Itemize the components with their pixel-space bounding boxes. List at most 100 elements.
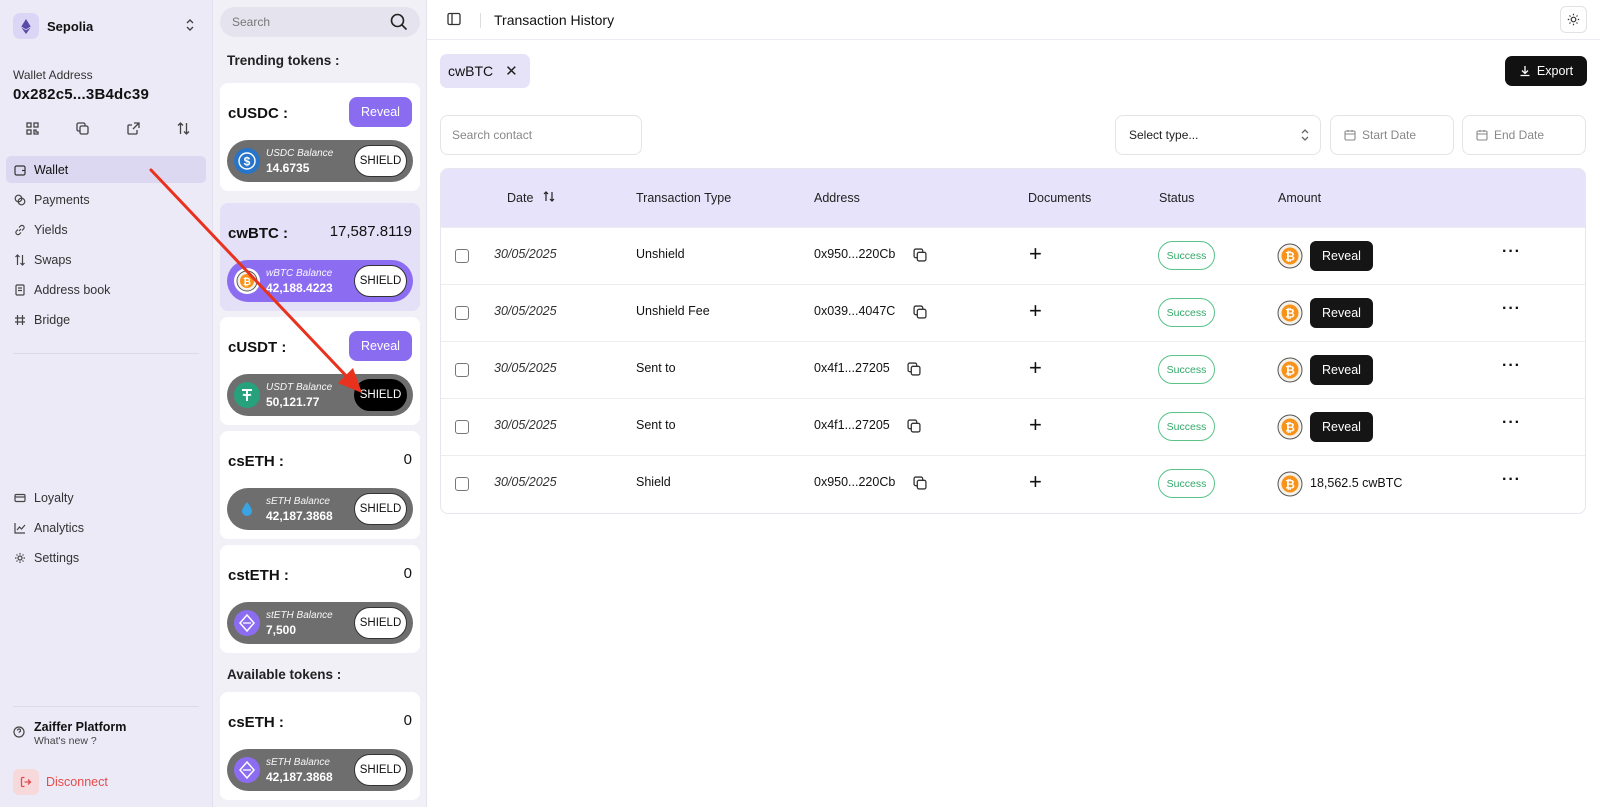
reveal-button[interactable]: Reveal: [349, 331, 412, 361]
row-address: 0x4f1...27205: [814, 361, 890, 375]
more-options-icon[interactable]: ···: [1502, 414, 1521, 432]
column-documents: Documents: [1028, 191, 1092, 205]
copy-icon[interactable]: [913, 476, 927, 493]
nav-address-book[interactable]: Address book: [6, 276, 206, 303]
nav-bridge[interactable]: Bridge: [6, 306, 206, 333]
payments-icon: [13, 193, 27, 207]
row-checkbox[interactable]: [455, 306, 469, 320]
balance-amount: 42,188.4223: [266, 280, 333, 295]
address-book-icon: [13, 283, 27, 297]
svg-text:₿: ₿: [1285, 363, 1295, 377]
platform-title: Zaiffer Platform: [34, 720, 127, 734]
row-checkbox[interactable]: [455, 363, 469, 377]
copy-icon[interactable]: [913, 248, 927, 265]
swap-icon: [13, 253, 27, 267]
nav-label: Payments: [34, 192, 90, 207]
platform-link[interactable]: Zaiffer Platform What's new ?: [13, 720, 126, 747]
nav-swaps[interactable]: Swaps: [6, 246, 206, 273]
nav-label: Yields: [34, 222, 68, 237]
more-options-icon[interactable]: ···: [1502, 357, 1521, 375]
external-link-icon[interactable]: [122, 117, 144, 139]
shield-button[interactable]: SHIELD: [354, 754, 407, 786]
table-row[interactable]: 30/05/2025 Sent to 0x4f1...27205 + Succe…: [441, 341, 1585, 398]
trending-tokens-heading: Trending tokens :: [227, 53, 340, 68]
add-document-icon[interactable]: +: [1029, 414, 1042, 436]
nav-settings[interactable]: Settings: [6, 544, 206, 571]
copy-icon[interactable]: [913, 305, 927, 322]
add-document-icon[interactable]: +: [1029, 471, 1042, 493]
table-row[interactable]: 30/05/2025 Shield 0x950...220Cb + Succes…: [441, 455, 1585, 512]
svg-text:$: $: [244, 155, 251, 169]
add-document-icon[interactable]: +: [1029, 300, 1042, 322]
nav-loyalty[interactable]: Loyalty: [6, 484, 206, 511]
transfer-icon[interactable]: [173, 117, 195, 139]
wbtc-icon: ₿: [1277, 414, 1303, 440]
nav-yields[interactable]: Yields: [6, 216, 206, 243]
yields-icon: [13, 223, 27, 237]
shield-button[interactable]: SHIELD: [354, 607, 407, 639]
row-type: Sent to: [636, 361, 676, 375]
balance-pill: sETH Balance 42,187.3868 SHIELD: [227, 749, 413, 791]
sort-icon[interactable]: [543, 191, 555, 205]
shield-button[interactable]: SHIELD: [354, 265, 407, 297]
chevron-updown-icon: [1300, 128, 1310, 145]
export-label: Export: [1536, 64, 1574, 78]
network-selector[interactable]: Sepolia: [13, 12, 203, 40]
nav-label: Bridge: [34, 312, 71, 327]
balance-pill: sETH Balance 42,187.3868 SHIELD: [227, 488, 413, 530]
more-options-icon[interactable]: ···: [1502, 471, 1521, 489]
token-name: cstETH :: [228, 567, 289, 584]
copy-icon[interactable]: [72, 117, 94, 139]
more-options-icon[interactable]: ···: [1502, 243, 1521, 261]
wallet-address-label: Wallet Address: [13, 68, 93, 82]
reveal-amount-button[interactable]: Reveal: [1310, 298, 1373, 328]
reveal-amount-button[interactable]: Reveal: [1310, 355, 1373, 385]
shield-button[interactable]: SHIELD: [354, 493, 407, 525]
copy-icon[interactable]: [907, 362, 921, 379]
shield-button[interactable]: SHIELD: [354, 379, 407, 411]
row-address: 0x950...220Cb: [814, 475, 896, 489]
reveal-button[interactable]: Reveal: [349, 97, 412, 127]
column-date[interactable]: Date: [507, 191, 555, 205]
more-options-icon[interactable]: ···: [1502, 300, 1521, 318]
nav-divider: [13, 706, 199, 707]
nav-payments[interactable]: Payments: [6, 186, 206, 213]
row-type: Shield: [636, 475, 671, 489]
token-value: 17,587.8119: [329, 223, 412, 240]
export-button[interactable]: Export: [1505, 56, 1587, 86]
reveal-amount-button[interactable]: Reveal: [1310, 412, 1373, 442]
token-card-cwbtc[interactable]: cwBTC : 17,587.8119 ₿ wBTC Balance 42,18…: [220, 203, 420, 311]
table-row[interactable]: 30/05/2025 Unshield 0x950...220Cb + Succ…: [441, 227, 1585, 284]
close-icon[interactable]: ✕: [505, 62, 518, 80]
wallet-icon: [13, 163, 27, 177]
wallet-actions: [13, 117, 203, 139]
qr-code-icon[interactable]: [21, 117, 43, 139]
row-checkbox[interactable]: [455, 249, 469, 263]
column-amount: Amount: [1278, 191, 1322, 205]
type-select[interactable]: Select type...: [1115, 115, 1321, 155]
disconnect-button[interactable]: Disconnect: [13, 769, 108, 795]
theme-toggle-icon[interactable]: [1560, 6, 1587, 33]
token-search-input[interactable]: Search: [220, 7, 420, 37]
status-badge: Success: [1158, 241, 1215, 270]
nav-analytics[interactable]: Analytics: [6, 514, 206, 541]
table-row[interactable]: 30/05/2025 Sent to 0x4f1...27205 + Succe…: [441, 398, 1585, 455]
row-checkbox[interactable]: [455, 420, 469, 434]
search-contact-input[interactable]: Search contact: [440, 115, 642, 155]
token-panel: Search Trending tokens : cUSDC : Reveal …: [213, 0, 427, 807]
add-document-icon[interactable]: +: [1029, 243, 1042, 265]
nav-wallet[interactable]: Wallet: [6, 156, 206, 183]
wbtc-icon: ₿: [1277, 243, 1303, 269]
reveal-amount-button[interactable]: Reveal: [1310, 241, 1373, 271]
token-card-csteth: cstETH : 0 stETH Balance 7,500 SHIELD: [220, 545, 420, 653]
end-date-picker[interactable]: End Date: [1462, 115, 1586, 155]
row-type: Sent to: [636, 418, 676, 432]
start-date-picker[interactable]: Start Date: [1330, 115, 1454, 155]
sidebar-toggle-icon[interactable]: [447, 12, 461, 29]
copy-icon[interactable]: [907, 419, 921, 436]
add-document-icon[interactable]: +: [1029, 357, 1042, 379]
top-bar: Transaction History: [427, 0, 1600, 40]
row-checkbox[interactable]: [455, 477, 469, 491]
table-row[interactable]: 30/05/2025 Unshield Fee 0x039...4047C + …: [441, 284, 1585, 341]
shield-button[interactable]: SHIELD: [354, 145, 407, 177]
